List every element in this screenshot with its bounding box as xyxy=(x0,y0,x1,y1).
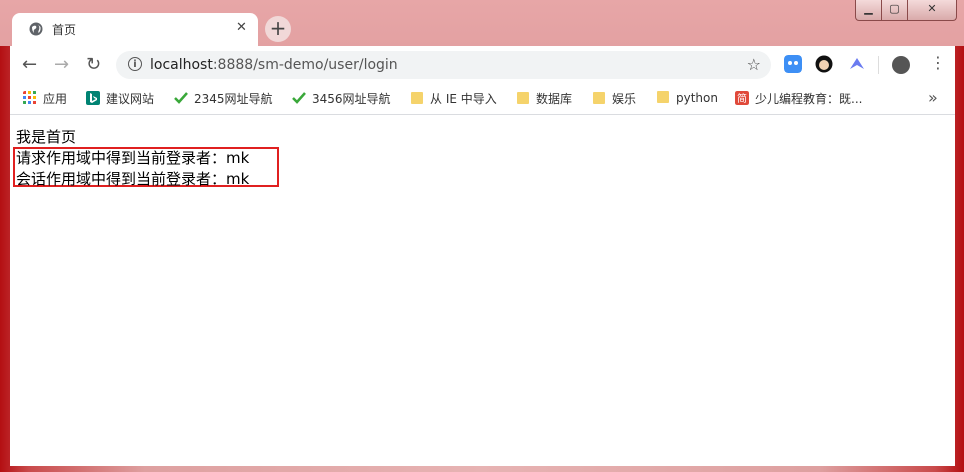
bookmark-label: 少儿编程教育：既... xyxy=(755,92,863,106)
bookmark-import-ie[interactable]: 从 IE 中导入 xyxy=(410,90,497,107)
bookmark-label: 娱乐 xyxy=(612,92,637,106)
menu-icon[interactable]: ⋮ xyxy=(930,53,946,72)
folder-icon xyxy=(517,92,529,104)
svg-text:简: 简 xyxy=(737,92,747,105)
url-text[interactable]: localhost:8888/sm-demo/user/login xyxy=(150,57,398,73)
bookmark-entertainment[interactable]: 娱乐 xyxy=(592,90,636,107)
page-content: 我是首页 请求作用域中得到当前登录者：mk 会话作用域中得到当前登录者：mk xyxy=(10,115,955,466)
toolbar: ← → ↻ i localhost:8888/sm-demo/user/logi… xyxy=(10,46,955,84)
bookmark-label: 从 IE 中导入 xyxy=(430,92,497,106)
bookmarks-overflow-icon[interactable]: » xyxy=(928,88,938,107)
profile-avatar-icon[interactable] xyxy=(892,56,910,74)
bookmark-3456[interactable]: 3456网址导航 xyxy=(292,90,391,107)
bing-icon xyxy=(86,91,100,105)
maximize-button[interactable]: ▢ xyxy=(881,0,908,21)
close-window-button[interactable]: ✕ xyxy=(907,0,957,21)
tab-strip: 首页 ✕ + ▁ ▢ ✕ xyxy=(0,0,964,46)
site-info-icon[interactable]: i xyxy=(128,57,142,71)
folder-icon xyxy=(593,92,605,104)
reload-icon[interactable]: ↻ xyxy=(86,54,101,75)
forward-icon[interactable]: → xyxy=(54,54,69,75)
bookmark-suggested-sites[interactable]: 建议网站 xyxy=(86,90,154,107)
folder-icon xyxy=(657,91,669,103)
url-host: localhost xyxy=(150,57,213,73)
bookmark-label: 3456网址导航 xyxy=(312,92,391,106)
request-scope-line: 请求作用域中得到当前登录者：mk xyxy=(16,149,250,167)
new-tab-button[interactable]: + xyxy=(265,16,291,42)
bookmark-label: 数据库 xyxy=(536,92,573,106)
bookmark-kids-coding[interactable]: 简 少儿编程教育：既... xyxy=(735,90,862,107)
apps-icon xyxy=(23,91,36,104)
tab-close-icon[interactable]: ✕ xyxy=(236,20,247,35)
extension-avatar-icon[interactable] xyxy=(815,55,833,73)
page-heading: 我是首页 xyxy=(16,128,77,146)
extension-bird-blue-icon[interactable] xyxy=(784,55,802,73)
bookmark-label: 应用 xyxy=(43,92,68,106)
bookmarks-bar: 应用 建议网站 2345网址导航 3456网址导航 从 IE 中导入 数据库 娱… xyxy=(10,84,955,115)
hao-check-icon xyxy=(174,92,188,104)
bookmark-python[interactable]: python xyxy=(656,90,718,105)
back-icon[interactable]: ← xyxy=(22,54,37,75)
bookmark-apps[interactable]: 应用 xyxy=(23,90,67,107)
bookmark-2345[interactable]: 2345网址导航 xyxy=(174,90,273,107)
browser-window: 首页 ✕ + ▁ ▢ ✕ ← → ↻ i localhost:8888/sm-d… xyxy=(0,0,964,472)
toolbar-divider xyxy=(878,56,879,74)
hao-check-icon xyxy=(292,92,306,104)
bookmark-label: 建议网站 xyxy=(106,92,155,106)
globe-icon xyxy=(29,22,43,36)
tab-home[interactable]: 首页 ✕ xyxy=(12,13,258,46)
url-path: :8888/sm-demo/user/login xyxy=(212,57,398,73)
session-scope-line: 会话作用域中得到当前登录者：mk xyxy=(16,170,250,188)
folder-icon xyxy=(411,92,423,104)
bookmark-database[interactable]: 数据库 xyxy=(516,90,572,107)
address-bar[interactable]: i localhost:8888/sm-demo/user/login ☆ xyxy=(116,51,771,79)
bookmark-star-icon[interactable]: ☆ xyxy=(747,55,761,74)
extension-arrow-icon[interactable] xyxy=(848,55,866,73)
minimize-button[interactable]: ▁ xyxy=(855,0,882,21)
bookmark-label: 2345网址导航 xyxy=(194,92,273,106)
jian-icon: 简 xyxy=(735,91,749,105)
tab-title: 首页 xyxy=(52,23,77,37)
bookmark-label: python xyxy=(676,91,718,105)
